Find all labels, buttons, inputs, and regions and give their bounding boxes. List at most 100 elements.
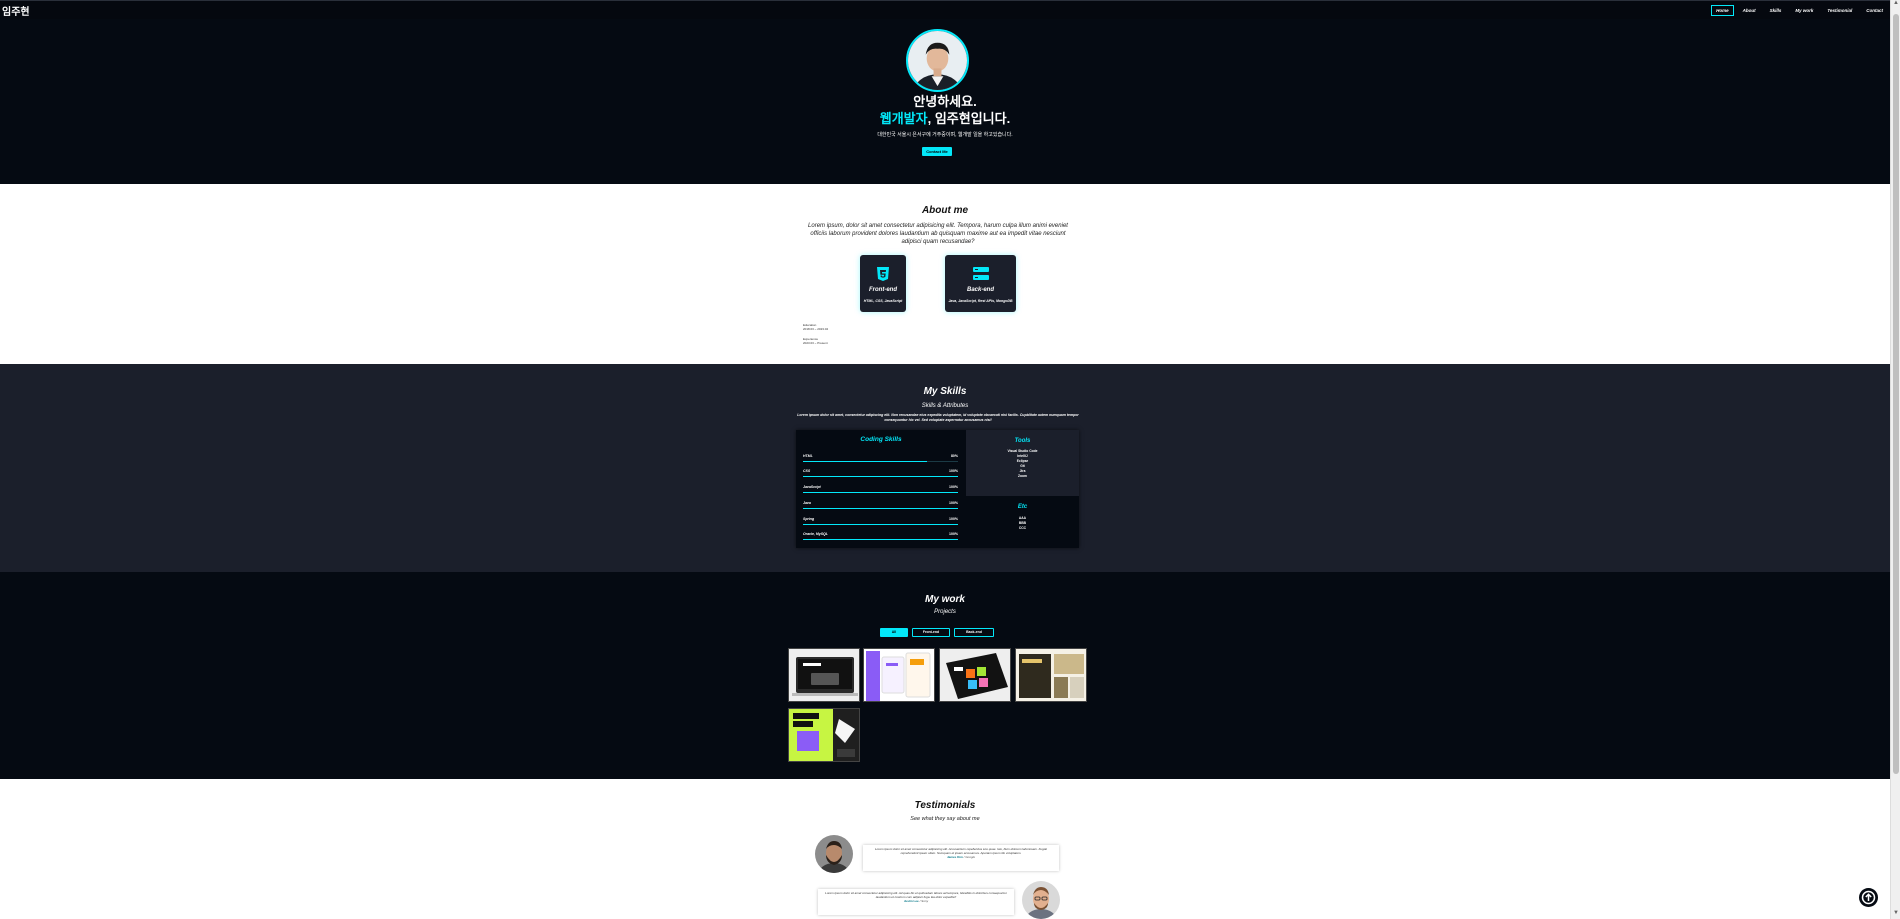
education-value: 2018.03 ~ 2023.02 — [803, 327, 829, 331]
skills-section: My Skills Skills & Attributes Lorem ipsu… — [0, 364, 1890, 572]
hero-title: 안녕하세요. 웹개발자, 임주현입니다. — [0, 93, 1890, 127]
skill-bar-fill — [803, 476, 958, 477]
nav-item-my-work[interactable]: My work — [1790, 5, 1818, 16]
filter-all-button[interactable]: All — [880, 628, 908, 637]
testimonial-text: Lorem ipsum dolor sit amet consectetur a… — [825, 891, 1007, 899]
project-thumbnail[interactable] — [788, 708, 860, 762]
hero-highlight: 웹개발자 — [879, 111, 928, 126]
skill-bar-fill — [803, 508, 958, 509]
filter-frontend-button[interactable]: Front-end — [912, 628, 950, 637]
server-icon — [972, 267, 989, 285]
skill-percent: 100% — [949, 532, 958, 536]
etc-panel: Etc AAA BBB CCC — [966, 496, 1079, 548]
arrow-up-icon — [1861, 890, 1876, 905]
skill-name: HTML — [803, 454, 813, 458]
nav-item-contact[interactable]: Contact — [1861, 5, 1888, 16]
nav-item-testimonial[interactable]: Testimonial — [1822, 5, 1857, 16]
page: 임주현 Home About Skills My work Testimonia… — [0, 0, 1890, 919]
skill-name: JavaScript — [803, 485, 821, 489]
page-scrollbar[interactable]: ▲ ▼ — [1890, 0, 1900, 919]
education-info: Education 2018.03 ~ 2023.02 — [803, 323, 828, 331]
logo[interactable]: 임주현 — [2, 3, 30, 18]
nav-menu: Home About Skills My work Testimonial Co… — [1711, 4, 1890, 16]
skill-bar — [803, 524, 958, 525]
testimonial-author: James Kim — [946, 855, 963, 859]
testimonial-avatar — [815, 835, 853, 873]
project-thumbnail[interactable] — [788, 648, 860, 702]
testimonial-company: / Sony — [919, 899, 929, 903]
skill-name: Java — [803, 501, 811, 505]
skill-percent: 100% — [949, 469, 958, 473]
etc-item: CCC — [1018, 526, 1027, 530]
skill-bar-fill — [803, 524, 958, 525]
project-filters: All Front-end Back-end — [880, 628, 994, 637]
skill-name: CSS — [803, 469, 811, 473]
scroll-up-arrow-icon[interactable]: ▲ — [1892, 0, 1900, 6]
tool-item: Zoom — [1018, 474, 1027, 478]
back-to-top-button[interactable] — [1859, 888, 1878, 907]
coding-skills: Coding Skills HTML 80% CSS 100% JavaScri… — [796, 430, 966, 548]
scrollbar-thumb[interactable] — [1893, 14, 1899, 774]
about-description: Lorem ipsum, dolor sit amet consectetur … — [808, 223, 1068, 245]
experience-info: Experience 2023.03 ~ Present — [803, 337, 828, 345]
skills-subtitle: Skills & Attributes — [921, 403, 969, 409]
navbar: 임주현 Home About Skills My work Testimonia… — [0, 0, 1890, 19]
testimonial-card: Lorem ipsum dolor sit amet consectetur a… — [863, 845, 1059, 871]
project-thumbnail[interactable] — [1015, 648, 1087, 702]
backend-card-title: Back-end — [966, 287, 994, 293]
work-section: My work Projects All Front-end Back-end — [0, 572, 1890, 779]
tools-title: Tools — [1014, 438, 1031, 444]
about-section: About me Lorem ipsum, dolor sit amet con… — [0, 184, 1890, 364]
tools-panel: Tools Visual Studio Code IntelliJ Eclips… — [966, 430, 1079, 496]
skills-title: My Skills — [923, 386, 967, 397]
filter-backend-button[interactable]: Back-end — [954, 628, 994, 637]
testimonial-avatar — [1022, 881, 1060, 919]
skill-bar-fill — [803, 461, 927, 462]
skill-name: Spring — [803, 517, 815, 521]
skill-bar-fill — [803, 539, 958, 540]
frontend-card: Front-end HTML, CSS, JavaScript — [860, 255, 906, 312]
skill-bar — [803, 508, 958, 509]
frontend-card-subtitle: HTML, CSS, JavaScript — [863, 299, 903, 303]
experience-value: 2023.03 ~ Present — [803, 341, 828, 345]
skill-percent: 100% — [949, 485, 958, 489]
about-title: About me — [921, 205, 969, 216]
backend-card: Back-end Java, JavaScript, Rest APIs, Mo… — [945, 255, 1016, 312]
hero-name-line: 웹개발자, 임주현입니다. — [0, 110, 1890, 127]
skill-name: Oracle, MySQL — [803, 532, 828, 536]
skills-description: Lorem ipsum dolor sit amet, consectetur … — [797, 413, 1079, 422]
testimonials-title: Testimonials — [914, 800, 976, 811]
contact-me-button[interactable]: Contact Me — [922, 147, 952, 156]
hero-greeting: 안녕하세요. — [913, 94, 977, 109]
skills-panel: Coding Skills HTML 80% CSS 100% JavaScri… — [796, 430, 1079, 548]
testimonial-text: Lorem ipsum dolor sit amet consectetur a… — [875, 847, 1047, 855]
work-title: My work — [924, 594, 965, 605]
testimonial-card: Lorem ipsum dolor sit amet consectetur a… — [818, 889, 1014, 915]
nav-item-home[interactable]: Home — [1711, 4, 1734, 16]
skill-percent: 100% — [949, 517, 958, 521]
work-subtitle: Projects — [934, 609, 956, 615]
profile-avatar — [906, 29, 969, 92]
html5-icon — [877, 267, 889, 286]
backend-card-subtitle: Java, JavaScript, Rest APIs, MongoDB — [948, 299, 1013, 303]
etc-title: Etc — [1017, 504, 1028, 510]
project-thumbnail[interactable] — [939, 648, 1011, 702]
nav-item-skills[interactable]: Skills — [1765, 5, 1787, 16]
skill-percent: 80% — [950, 454, 958, 458]
hero-name: , 임주현입니다. — [927, 111, 1011, 126]
skill-bar — [803, 461, 958, 462]
coding-skills-title: Coding Skills — [860, 436, 902, 443]
scroll-down-arrow-icon[interactable]: ▼ — [1892, 910, 1900, 916]
project-thumbnail[interactable] — [863, 648, 935, 702]
nav-item-about[interactable]: About — [1738, 5, 1761, 16]
testimonials-subtitle: See what they say about me — [910, 816, 980, 822]
tools-list: Visual Studio Code IntelliJ Eclipse Git … — [966, 449, 1079, 479]
skill-bar — [803, 492, 958, 493]
skill-bar-fill — [803, 492, 958, 493]
frontend-card-title: Front-end — [869, 287, 897, 293]
skill-bar — [803, 476, 958, 477]
etc-list: AAA BBB CCC — [966, 516, 1079, 531]
hero-description: 대한민국 서울시 은서구에 거주중이며, 웹개발 일을 하고있습니다. — [877, 132, 1013, 138]
skill-bar — [803, 539, 958, 540]
testimonials-section: Testimonials See what they say about me … — [0, 779, 1890, 919]
